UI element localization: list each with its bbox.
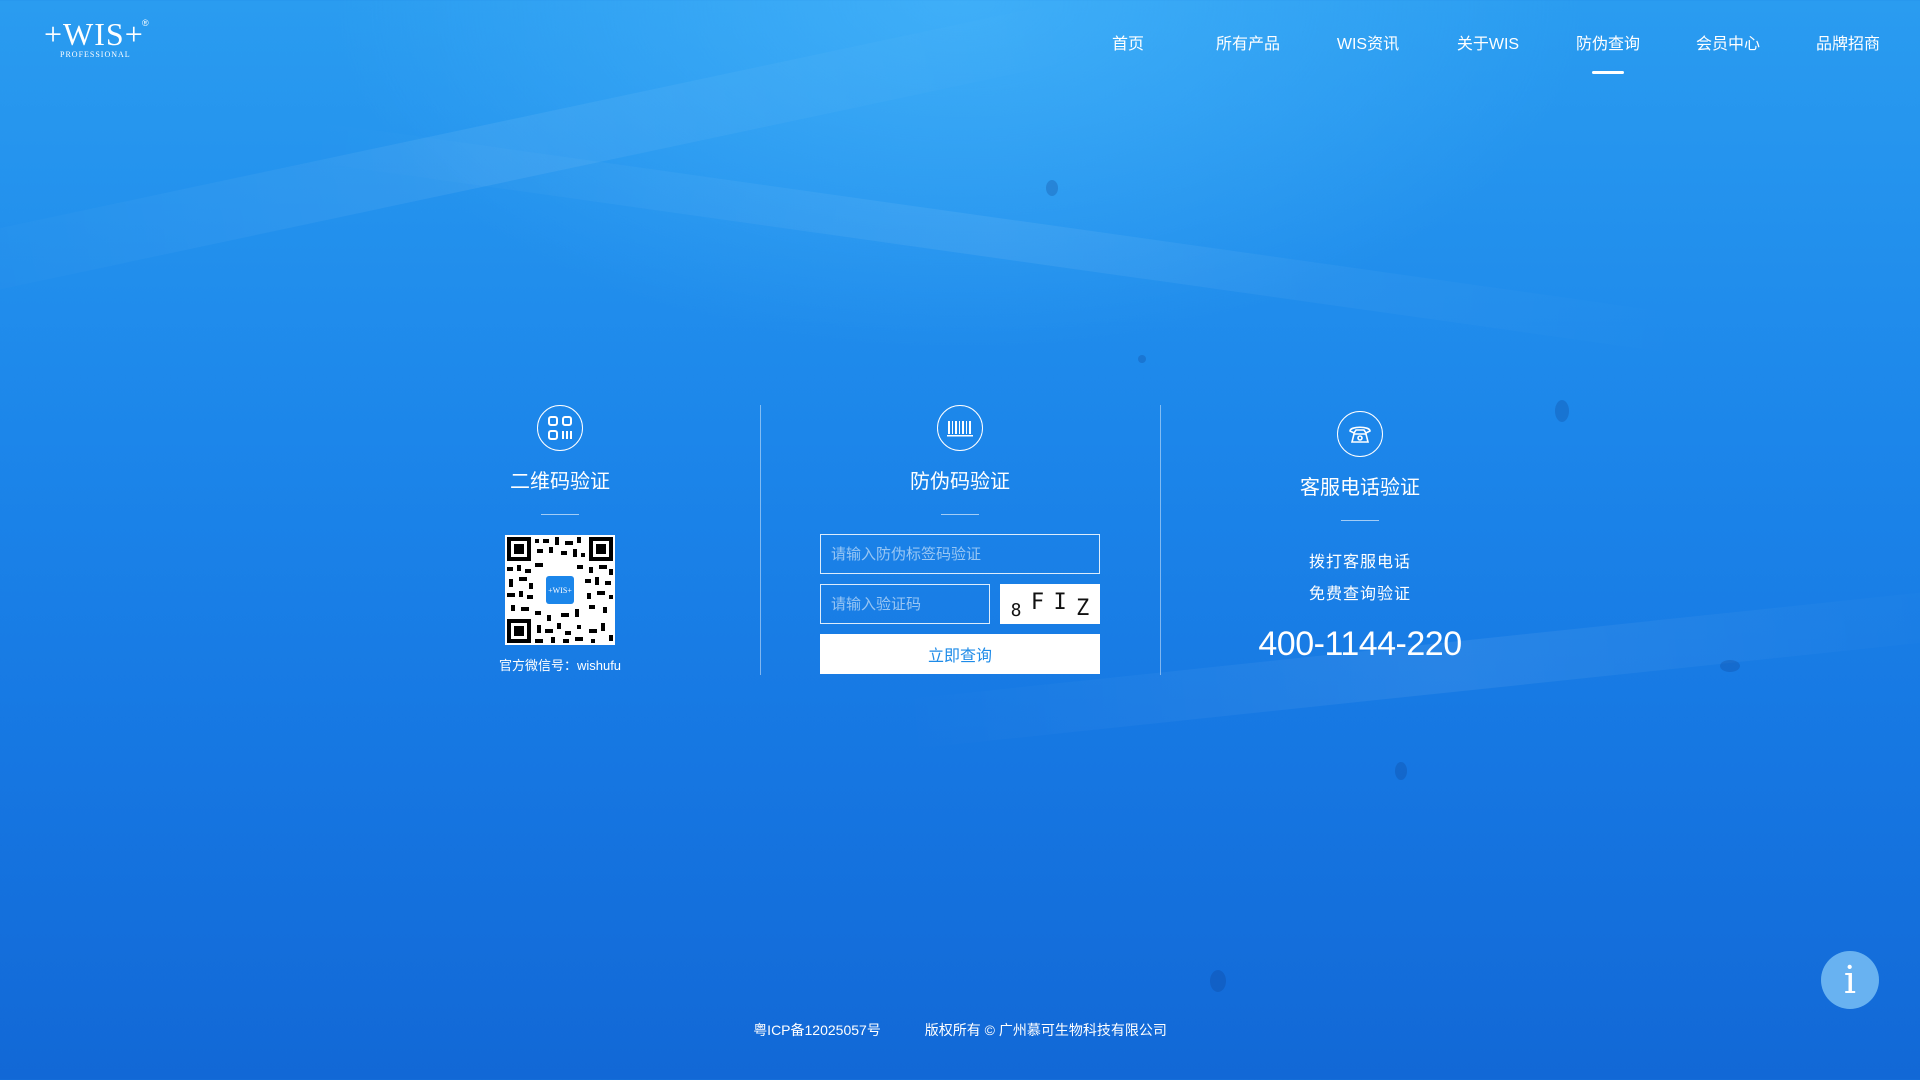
water-streak: [297, 120, 1690, 355]
bubble: [1720, 660, 1740, 672]
captcha-char: 8: [1010, 599, 1022, 621]
logo-subtitle: PROFESSIONAL: [60, 50, 131, 59]
nav-item-anti-counterfeit[interactable]: 防伪查询: [1576, 30, 1640, 54]
title-rule: [541, 514, 579, 515]
nav-item-home[interactable]: 首页: [1112, 30, 1144, 54]
bubble: [1395, 762, 1407, 780]
bubble: [1555, 400, 1569, 422]
phone-verify-panel: 客服电话验证 拨打客服电话 免费查询验证 400-1144-220: [1210, 411, 1510, 681]
svg-text:+WIS+: +WIS+: [548, 586, 572, 595]
nav-item-products[interactable]: 所有产品: [1216, 30, 1280, 54]
query-now-button[interactable]: 立即查询: [820, 634, 1100, 674]
main-nav: 首页 所有产品 WIS资讯 关于WIS 防伪查询 会员中心 品牌招商: [1080, 30, 1920, 70]
title-rule: [941, 514, 979, 515]
captcha-input[interactable]: [820, 584, 990, 624]
qr-verify-panel: 二维码验证 +WIS+ 官方微信号：wishufu: [410, 405, 710, 675]
bubble: [1046, 180, 1058, 196]
captcha-image[interactable]: 8 F I Z: [1000, 584, 1100, 624]
copyright-text: 版权所有 © 广州慕可生物科技有限公司: [924, 1022, 1167, 1038]
barcode-icon: [937, 405, 983, 451]
captcha-char: Z: [1076, 595, 1090, 621]
qr-verify-title: 二维码验证: [510, 471, 610, 493]
nav-item-news[interactable]: WIS资讯: [1337, 30, 1399, 54]
qr-code-icon: [537, 405, 583, 451]
info-icon[interactable]: i: [1821, 951, 1879, 1009]
captcha-char: I: [1053, 589, 1067, 615]
bubble: [1210, 970, 1226, 992]
icp-record[interactable]: 粤ICP备12025057号: [753, 1022, 881, 1038]
nav-item-member-center[interactable]: 会员中心: [1696, 30, 1760, 54]
anti-counterfeit-code-input[interactable]: [820, 534, 1100, 574]
call-instruction: 拨打客服电话: [1308, 554, 1411, 571]
info-label: i: [1843, 958, 1857, 1002]
bubble: [1138, 355, 1146, 363]
footer: 粤ICP备12025057号 版权所有 © 广州慕可生物科技有限公司: [0, 1020, 1920, 1040]
wechat-qr-code-image: +WIS+: [505, 535, 615, 645]
captcha-char: F: [1030, 589, 1045, 615]
brand-logo[interactable]: +WIS+ ® PROFESSIONAL: [44, 16, 164, 66]
wechat-id-caption: 官方微信号：wishufu: [498, 658, 622, 673]
free-verify-text: 免费查询验证: [1308, 586, 1411, 603]
title-rule: [1341, 520, 1379, 521]
code-verify-title: 防伪码验证: [910, 471, 1010, 493]
nav-item-brand-franchise[interactable]: 品牌招商: [1816, 30, 1880, 54]
telephone-icon: [1337, 411, 1383, 457]
nav-item-about[interactable]: 关于WIS: [1457, 30, 1519, 54]
hotline-number[interactable]: 400-1144-220: [1210, 625, 1510, 664]
phone-verify-title: 客服电话验证: [1300, 477, 1420, 499]
panel-divider: [1160, 405, 1161, 675]
panel-divider: [760, 405, 761, 675]
logo-registered-mark: ®: [142, 18, 149, 28]
